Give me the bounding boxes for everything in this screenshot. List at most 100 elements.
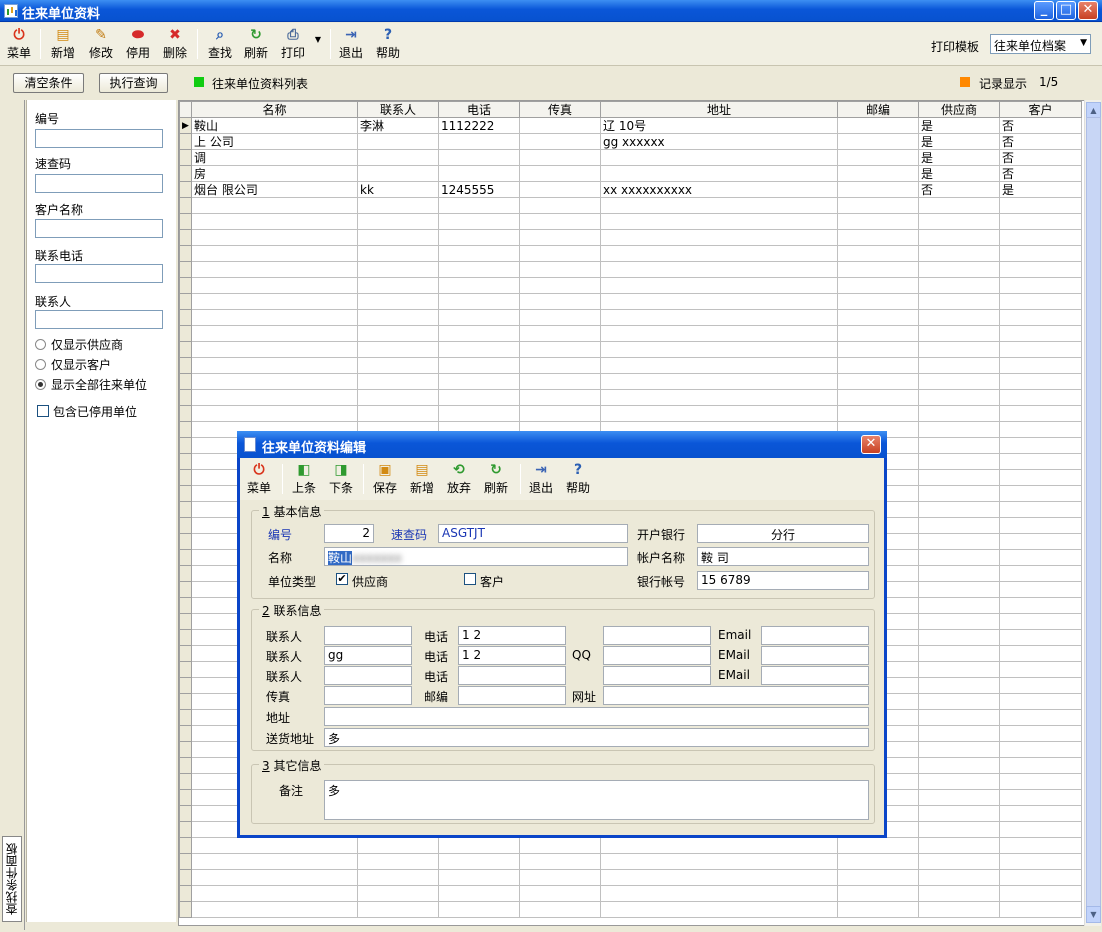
name-field[interactable]: 鞍山xxxxxxx — [324, 547, 628, 566]
row-header[interactable] — [179, 245, 192, 262]
table-cell[interactable] — [837, 229, 919, 246]
row-header[interactable] — [179, 677, 192, 694]
table-cell[interactable] — [438, 885, 520, 902]
table-cell[interactable] — [837, 213, 919, 230]
table-cell[interactable] — [357, 373, 439, 390]
table-cell[interactable] — [918, 501, 1000, 518]
table-cell[interactable] — [519, 277, 601, 294]
table-cell[interactable] — [918, 597, 1000, 614]
table-cell[interactable] — [999, 565, 1082, 582]
table-cell[interactable] — [999, 645, 1082, 662]
table-cell[interactable] — [519, 213, 601, 230]
col-header[interactable]: 供应商 — [918, 101, 1000, 118]
table-cell[interactable] — [357, 405, 439, 422]
table-cell[interactable] — [918, 261, 1000, 278]
table-cell[interactable] — [999, 789, 1082, 806]
table-cell[interactable] — [918, 245, 1000, 262]
table-cell[interactable] — [999, 677, 1082, 694]
table-cell[interactable] — [999, 469, 1082, 486]
table-cell[interactable]: 是 — [999, 181, 1082, 198]
table-cell[interactable] — [438, 309, 520, 326]
table-row[interactable]: ▶ 鞍山 李淋 1112222 辽 10号 是否 — [179, 117, 1082, 134]
table-cell[interactable] — [600, 309, 838, 326]
row-header[interactable] — [179, 373, 192, 390]
table-cell[interactable]: 否 — [999, 133, 1082, 150]
table-cell[interactable] — [918, 773, 1000, 790]
table-cell[interactable] — [999, 373, 1082, 390]
empty-row[interactable] — [179, 357, 1082, 374]
table-cell[interactable] — [600, 149, 838, 166]
table-cell[interactable] — [519, 261, 601, 278]
table-cell[interactable] — [438, 133, 520, 150]
menu-button[interactable]: ⏻ 菜单 — [4, 25, 34, 63]
table-cell[interactable] — [918, 629, 1000, 646]
table-cell[interactable] — [918, 613, 1000, 630]
search-panel-tab[interactable]: 查找条件面板 — [2, 836, 22, 922]
table-cell[interactable] — [438, 229, 520, 246]
table-cell[interactable] — [918, 789, 1000, 806]
table-cell[interactable] — [600, 197, 838, 214]
table-cell[interactable] — [519, 133, 601, 150]
table-cell[interactable] — [357, 389, 439, 406]
table-cell[interactable] — [837, 325, 919, 342]
table-cell[interactable] — [191, 853, 358, 870]
table-row[interactable]: 房 是否 — [179, 165, 1082, 182]
table-cell[interactable] — [191, 325, 358, 342]
table-cell[interactable] — [918, 357, 1000, 374]
row-header[interactable] — [179, 149, 192, 166]
scroll-down-icon[interactable]: ▼ — [1086, 906, 1101, 923]
table-cell[interactable] — [357, 229, 439, 246]
table-cell[interactable] — [918, 741, 1000, 758]
row-header[interactable] — [179, 533, 192, 550]
table-cell[interactable] — [918, 453, 1000, 470]
row-header[interactable] — [179, 277, 192, 294]
table-cell[interactable] — [918, 677, 1000, 694]
account-name-field[interactable]: 鞍 司 — [697, 547, 869, 566]
dialog-menu-button[interactable]: ⏻ 菜单 — [244, 460, 274, 498]
table-cell[interactable] — [999, 709, 1082, 726]
table-cell[interactable] — [357, 277, 439, 294]
table-cell[interactable] — [999, 405, 1082, 422]
col-header[interactable]: 客户 — [999, 101, 1082, 118]
table-cell[interactable] — [191, 261, 358, 278]
row-header[interactable] — [179, 165, 192, 182]
table-cell[interactable] — [837, 389, 919, 406]
table-cell[interactable] — [357, 293, 439, 310]
table-cell[interactable] — [519, 405, 601, 422]
empty-row[interactable] — [179, 293, 1082, 310]
contact1-field[interactable] — [324, 626, 412, 645]
table-cell[interactable] — [999, 869, 1082, 886]
row-header[interactable] — [179, 549, 192, 566]
table-cell[interactable] — [918, 581, 1000, 598]
contact3-field[interactable] — [324, 666, 412, 685]
table-cell[interactable] — [357, 149, 439, 166]
table-cell[interactable] — [519, 357, 601, 374]
table-cell[interactable] — [837, 181, 919, 198]
filter-name-input[interactable] — [35, 219, 163, 238]
table-cell[interactable] — [918, 229, 1000, 246]
empty-row[interactable] — [179, 901, 1082, 918]
table-cell[interactable] — [191, 197, 358, 214]
table-cell[interactable] — [600, 869, 838, 886]
row-header[interactable] — [179, 469, 192, 486]
include-disabled-checkbox[interactable] — [37, 405, 49, 417]
table-cell[interactable] — [999, 773, 1082, 790]
table-cell[interactable] — [519, 229, 601, 246]
row-header[interactable] — [179, 421, 192, 438]
table-cell[interactable] — [438, 405, 520, 422]
table-row[interactable]: 烟台 限公司 kk 1245555 xx xxxxxxxxxx 否是 — [179, 181, 1082, 198]
discard-button[interactable]: ⟲ 放弃 — [444, 460, 474, 498]
table-cell[interactable] — [191, 373, 358, 390]
empty-row[interactable] — [179, 341, 1082, 358]
quick-code-field[interactable]: ASGTJT — [438, 524, 628, 543]
execute-query-button[interactable]: 执行查询 — [99, 73, 168, 93]
table-cell[interactable] — [918, 389, 1000, 406]
table-cell[interactable] — [438, 837, 520, 854]
table-cell[interactable] — [600, 293, 838, 310]
table-cell[interactable] — [357, 901, 439, 918]
table-cell[interactable]: 1112222 — [438, 117, 520, 134]
add-button[interactable]: ▤ 新增 — [48, 25, 78, 63]
table-cell[interactable] — [600, 341, 838, 358]
table-cell[interactable] — [918, 405, 1000, 422]
empty-row[interactable] — [179, 373, 1082, 390]
